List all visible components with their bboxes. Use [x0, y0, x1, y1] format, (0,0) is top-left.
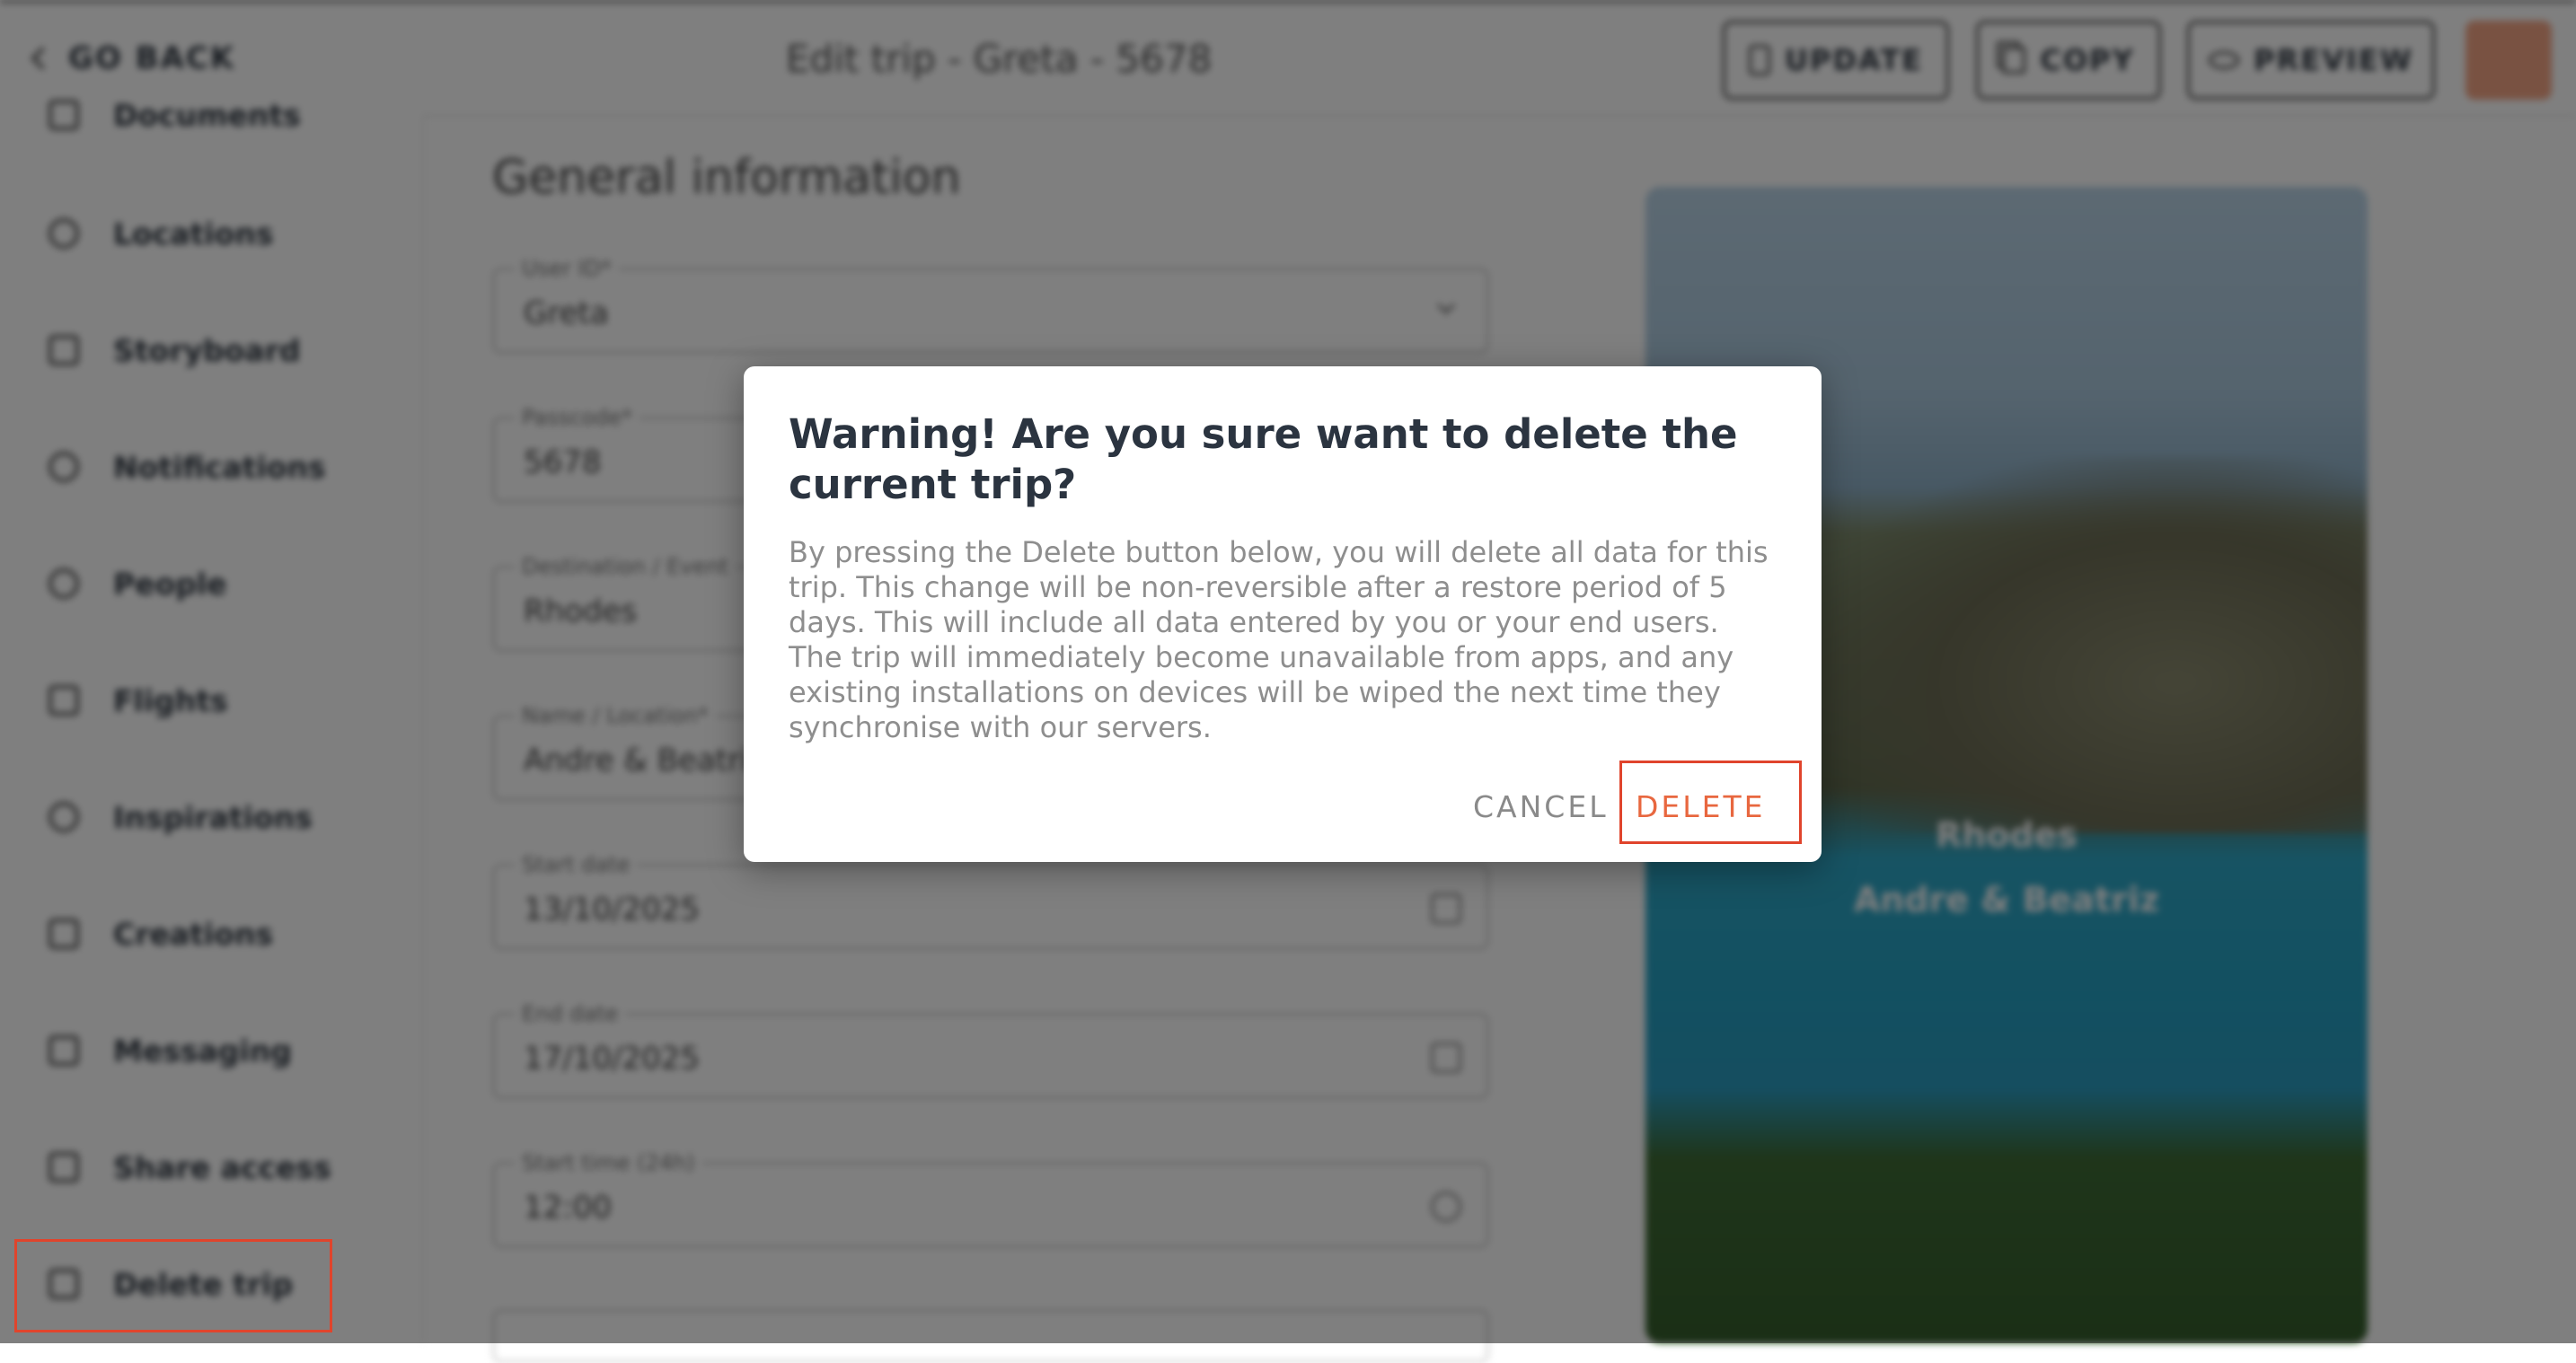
dialog-title: Warning! Are you sure want to delete the… [789, 410, 1738, 508]
highlight-delete-button [1619, 761, 1802, 844]
cancel-button[interactable]: CANCEL [1473, 779, 1609, 833]
dialog-message: By pressing the Delete button below, you… [789, 535, 1769, 744]
highlight-delete-trip [14, 1239, 332, 1332]
